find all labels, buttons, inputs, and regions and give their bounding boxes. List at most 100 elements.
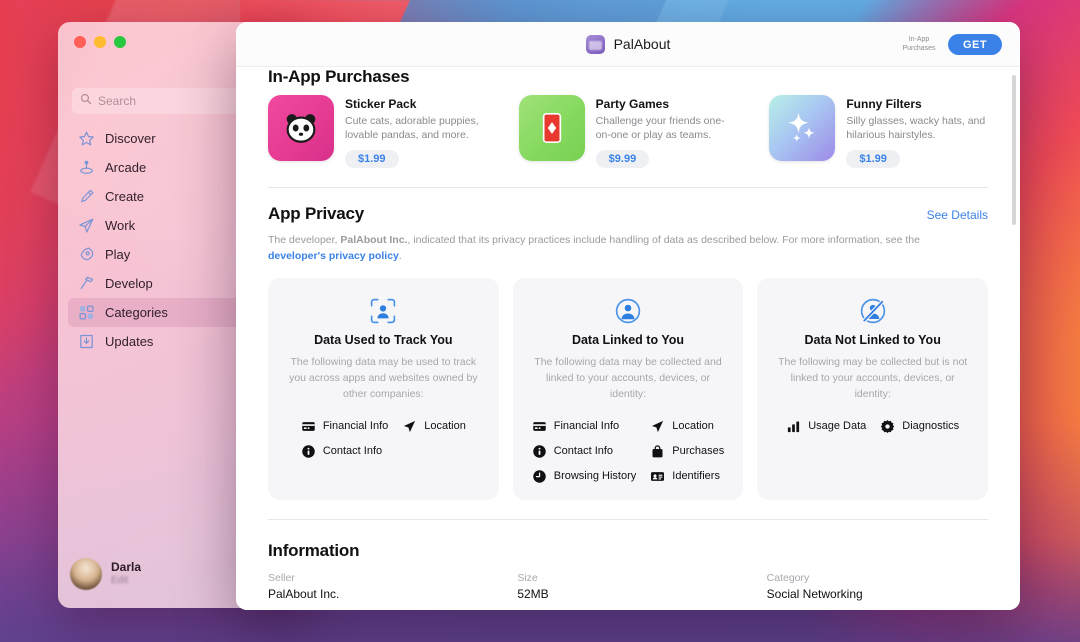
information-header: Information	[268, 541, 988, 561]
in-app-purchase-price-button[interactable]: $1.99	[345, 149, 399, 168]
person-circle-icon	[614, 296, 642, 326]
privacy-tag: Location	[402, 419, 466, 434]
app-store-titlebar: PalAbout In-App Purchases GET	[236, 22, 1020, 67]
paper-plane-icon	[78, 217, 95, 234]
grid-squares-icon	[78, 304, 95, 321]
privacy-tag-label: Contact Info	[322, 445, 383, 458]
in-app-purchases-note: In-App Purchases	[899, 36, 939, 53]
app-store-window: PalAbout In-App Purchases GET In-App Pur…	[236, 22, 1020, 610]
privacy-tag-label: Location	[672, 420, 714, 433]
privacy-tag-label: Browsing History	[553, 470, 637, 483]
sidebar-item-label: Play	[105, 247, 131, 262]
privacy-tag: Diagnostics	[880, 419, 959, 434]
privacy-tag-label: Contact Info	[553, 445, 614, 458]
in-app-purchases-heading-clipped: In-App Purchases	[268, 67, 988, 86]
in-app-purchase-desc: Challenge your friends one-on-one or pla…	[595, 115, 725, 142]
download-box-icon	[78, 333, 95, 350]
info-circle-icon	[302, 444, 315, 458]
app-privacy-blurb: The developer, PalAbout Inc., indicated …	[268, 233, 968, 265]
location-arrow-icon	[404, 420, 416, 432]
clock-icon	[532, 469, 546, 483]
zoom-window-button[interactable]	[114, 36, 126, 48]
privacy-card-subtitle: The following data may be used to track …	[289, 356, 478, 400]
in-app-purchase-price-button[interactable]: $9.99	[595, 149, 650, 168]
privacy-card-data-not-linked-to-you: Data Not Linked to You The following may…	[757, 278, 988, 500]
see-details-link[interactable]: See Details	[927, 208, 988, 222]
information-field-label: Seller	[268, 571, 295, 584]
sidebar-item-label: Develop	[105, 276, 153, 291]
face-track-icon	[369, 296, 397, 326]
get-button[interactable]: GET	[948, 34, 1002, 55]
palabout-app-icon	[585, 34, 605, 54]
section-divider-2	[268, 518, 988, 520]
privacy-tag: Contact Info	[301, 444, 388, 459]
sidebar-item-label: Create	[105, 189, 145, 204]
in-app-purchase-desc: Cute cats, adorable puppies, lovable pan…	[345, 115, 479, 142]
in-app-purchase-item[interactable]: Funny Filters Silly glasses, wacky hats,…	[769, 95, 988, 168]
information-field: Seller PalAbout Inc.	[268, 572, 489, 601]
account-edit-link[interactable]: Edit	[111, 575, 141, 588]
in-app-purchase-name: Funny Filters	[846, 97, 922, 111]
privacy-card-tags: Financial Info Location	[282, 419, 485, 459]
information-heading: Information	[268, 540, 360, 560]
sidebar-item-label: Updates	[105, 334, 154, 349]
information-field: Size 52MB	[517, 572, 738, 601]
privacy-card-title: Data Not Linked to You	[804, 333, 941, 348]
panda-icon	[286, 114, 316, 143]
privacy-tag: Financial Info	[301, 419, 388, 434]
privacy-tag: Purchases	[650, 444, 724, 459]
arcade-joystick-icon	[78, 159, 95, 176]
in-app-purchase-name: Party Games	[595, 97, 670, 111]
vertical-scrollbar[interactable]	[1012, 75, 1016, 225]
privacy-tag: Browsing History	[532, 469, 637, 484]
privacy-card-subtitle: The following may be collected but is no…	[778, 356, 968, 400]
sidebar-item-label: Work	[105, 218, 136, 233]
search-placeholder-text: Search	[98, 94, 137, 108]
information-field-label: Category	[766, 571, 810, 584]
privacy-tag-label: Usage Data	[808, 420, 867, 433]
location-arrow-icon	[652, 420, 664, 432]
credit-card-icon	[532, 421, 546, 431]
panda-sticker-thumb	[268, 95, 334, 161]
minimize-window-button[interactable]	[94, 36, 106, 48]
playing-card-icon	[542, 113, 561, 143]
in-app-purchase-desc: Silly glasses, wacky hats, and hilarious…	[846, 115, 986, 142]
titlebar-actions: In-App Purchases GET	[899, 22, 1002, 67]
account-text: Darla Edit	[111, 560, 141, 588]
hammer-icon	[78, 275, 95, 292]
sidebar-item-label: Arcade	[105, 160, 147, 175]
blurb-end: .	[398, 249, 402, 262]
app-privacy-header: App Privacy See Details	[268, 204, 988, 224]
privacy-card-subtitle: The following data may be collected and …	[534, 356, 722, 400]
in-app-purchase-item[interactable]: Sticker Pack Cute cats, adorable puppies…	[268, 95, 487, 168]
privacy-tag-label: Diagnostics	[902, 420, 960, 433]
information-field-value: Social Networking	[766, 586, 863, 601]
page-title: PalAbout	[613, 36, 671, 52]
privacy-card-tags: Financial Info Location	[527, 419, 730, 484]
information-grid: Seller PalAbout Inc. Size 52MB Category …	[268, 572, 988, 610]
privacy-tag-label: Identifiers	[672, 470, 720, 483]
sparkles-icon	[788, 112, 816, 142]
in-app-purchase-meta: Sticker Pack Cute cats, adorable puppies…	[345, 95, 487, 168]
privacy-tag-label: Financial Info	[553, 420, 620, 433]
privacy-tag-label: Purchases	[672, 445, 725, 458]
desktop-wallpaper: Search Discover Arcade Create Work Play …	[0, 0, 1080, 642]
iap-note-line2: Purchases	[902, 44, 936, 52]
close-window-button[interactable]	[74, 36, 86, 48]
privacy-tag: Identifiers	[650, 469, 724, 484]
privacy-policy-link[interactable]: developer's privacy policy	[268, 250, 399, 262]
app-store-content: In-App Purchases Sticker Pack Cute cats,…	[236, 67, 1020, 610]
privacy-tag-label: Financial Info	[322, 420, 389, 433]
sparkles-thumb	[769, 95, 836, 161]
bar-chart-icon	[788, 421, 800, 432]
blurb-part2: , indicated that its privacy practices i…	[407, 233, 920, 246]
in-app-purchase-price-button[interactable]: $1.99	[846, 149, 900, 168]
privacy-card-data-linked-to-you: Data Linked to You The following data ma…	[512, 278, 744, 500]
avatar	[70, 558, 102, 590]
playing-card-thumb	[518, 95, 585, 161]
privacy-tag: Contact Info	[532, 444, 637, 459]
account-name: Darla	[111, 560, 142, 575]
sidebar-item-label: Discover	[105, 131, 156, 146]
privacy-card-title: Data Linked to You	[571, 333, 685, 348]
in-app-purchase-item[interactable]: Party Games Challenge your friends one-o…	[518, 95, 738, 168]
